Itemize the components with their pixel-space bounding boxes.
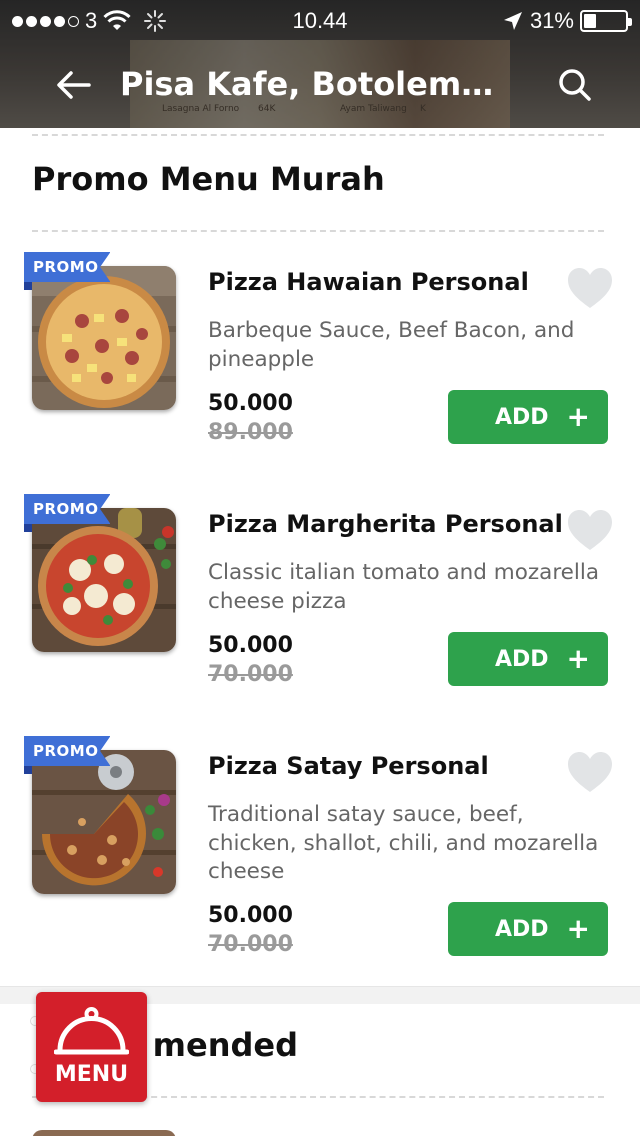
item-description: Traditional satay sauce, beef, chicken, … <box>208 802 599 884</box>
search-button[interactable] <box>552 62 598 108</box>
heart-icon <box>568 268 612 308</box>
add-button-label: ADD <box>494 916 549 942</box>
restaurant-title: Pisa Kafe, Botolempangan <box>120 65 500 103</box>
battery-icon <box>580 10 632 32</box>
section-title: Promo Menu Murah <box>32 160 385 198</box>
item-name: Pizza Satay Personal <box>208 752 489 780</box>
search-icon <box>559 69 591 101</box>
menu-button[interactable]: MENU <box>36 992 147 1102</box>
item-description: Barbeque Sauce, Beef Bacon, and pineappl… <box>208 318 575 372</box>
favorite-button[interactable] <box>566 508 614 552</box>
plus-icon: + <box>566 400 590 433</box>
item-photo[interactable] <box>32 750 176 894</box>
item-description: Classic italian tomato and mozarella che… <box>208 560 600 614</box>
dashed-divider <box>32 230 604 232</box>
promo-badge-fold <box>24 524 32 532</box>
heart-icon <box>568 510 612 550</box>
status-bar: 3 10.44 31% <box>0 0 640 40</box>
item-old-price: 70.000 <box>208 662 293 687</box>
add-button[interactable]: ADD + <box>448 390 608 444</box>
battery-percent: 31% <box>529 8 574 33</box>
add-button[interactable]: ADD + <box>448 632 608 686</box>
item-old-price: 89.000 <box>208 420 293 445</box>
promo-badge: PROMO <box>24 252 111 282</box>
item-name: Pizza Hawaian Personal <box>208 268 529 296</box>
promo-badge: PROMO <box>24 494 111 524</box>
item-name: Pizza Margherita Personal <box>208 510 563 538</box>
menu-button-label: MENU <box>54 1062 129 1087</box>
header: Lasagna Al Forno 64K Ayam Taliwang K 3 1… <box>0 0 640 128</box>
item-photo[interactable] <box>32 266 176 410</box>
item-price: 50.000 <box>208 903 293 928</box>
plus-icon: + <box>566 642 590 675</box>
item-photo[interactable] <box>32 1130 176 1136</box>
add-button-label: ADD <box>494 646 549 672</box>
item-old-price: 70.000 <box>208 932 293 957</box>
promo-badge-fold <box>24 766 32 774</box>
promo-badge-fold <box>24 282 32 290</box>
item-photo[interactable] <box>32 508 176 652</box>
favorite-button[interactable] <box>566 266 614 310</box>
dashed-divider <box>32 134 604 136</box>
add-button[interactable]: ADD + <box>448 902 608 956</box>
plus-icon: + <box>566 912 590 945</box>
favorite-button[interactable] <box>566 750 614 794</box>
promo-badge: PROMO <box>24 736 111 766</box>
add-button-label: ADD <box>494 404 549 430</box>
heart-icon <box>568 752 612 792</box>
location-arrow-icon <box>503 12 522 30</box>
item-price: 50.000 <box>208 391 293 416</box>
nav-bar: Pisa Kafe, Botolempangan <box>0 40 640 128</box>
screen: Lasagna Al Forno 64K Ayam Taliwang K 3 1… <box>0 0 640 1136</box>
cloche-icon <box>54 1007 129 1055</box>
item-price: 50.000 <box>208 633 293 658</box>
arrow-left-icon <box>57 71 91 99</box>
back-button[interactable] <box>50 62 96 108</box>
